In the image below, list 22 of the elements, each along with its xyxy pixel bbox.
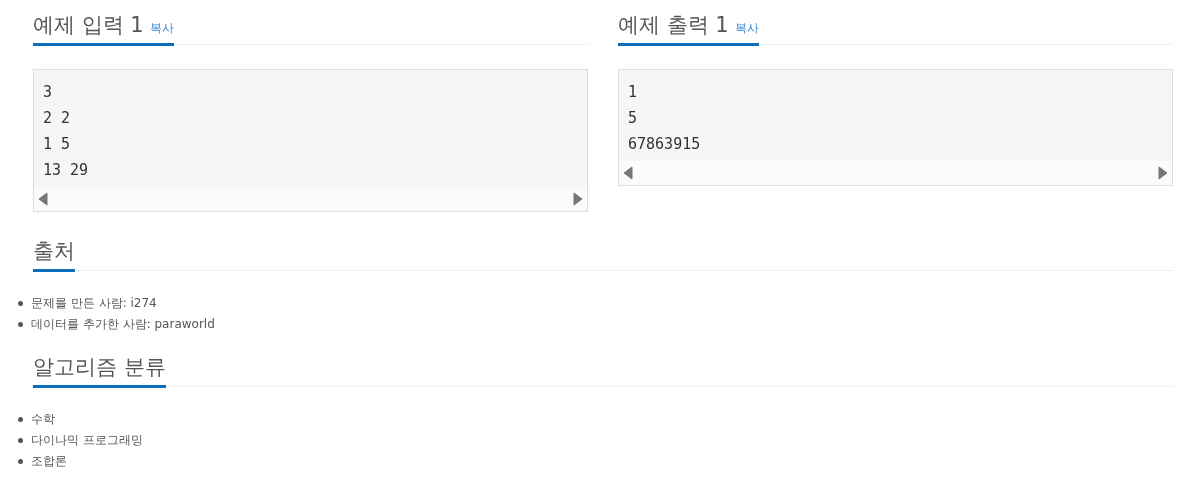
bullet-icon: [18, 322, 23, 327]
section-title: 예제 입력 1: [33, 12, 144, 39]
list-item: 다이나믹 프로그래밍: [31, 432, 143, 449]
copy-link[interactable]: 복사: [734, 19, 759, 37]
scroll-right-icon[interactable]: [1158, 166, 1168, 180]
list-item: 수학: [31, 411, 55, 428]
bullet-icon: [18, 417, 23, 422]
copy-link[interactable]: 복사: [149, 19, 174, 37]
bullet-icon: [18, 438, 23, 443]
section-title: 출처: [33, 238, 75, 265]
scroll-left-icon[interactable]: [623, 166, 633, 180]
section-title: 알고리즘 분류: [33, 354, 166, 381]
list-item: 조합론: [31, 453, 67, 470]
list-item: 문제를 만든 사람: i274: [31, 295, 157, 312]
section-title: 예제 출력 1: [618, 12, 729, 39]
bullet-icon: [18, 459, 23, 464]
sample-text: 3 2 2 1 5 13 29: [34, 70, 587, 187]
bullet-icon: [18, 301, 23, 306]
scroll-left-icon[interactable]: [38, 192, 48, 206]
scroll-right-icon[interactable]: [573, 192, 583, 206]
list-item: 데이터를 추가한 사람: paraworld: [31, 316, 215, 333]
sample-text: 1 5 67863915: [619, 70, 1172, 161]
